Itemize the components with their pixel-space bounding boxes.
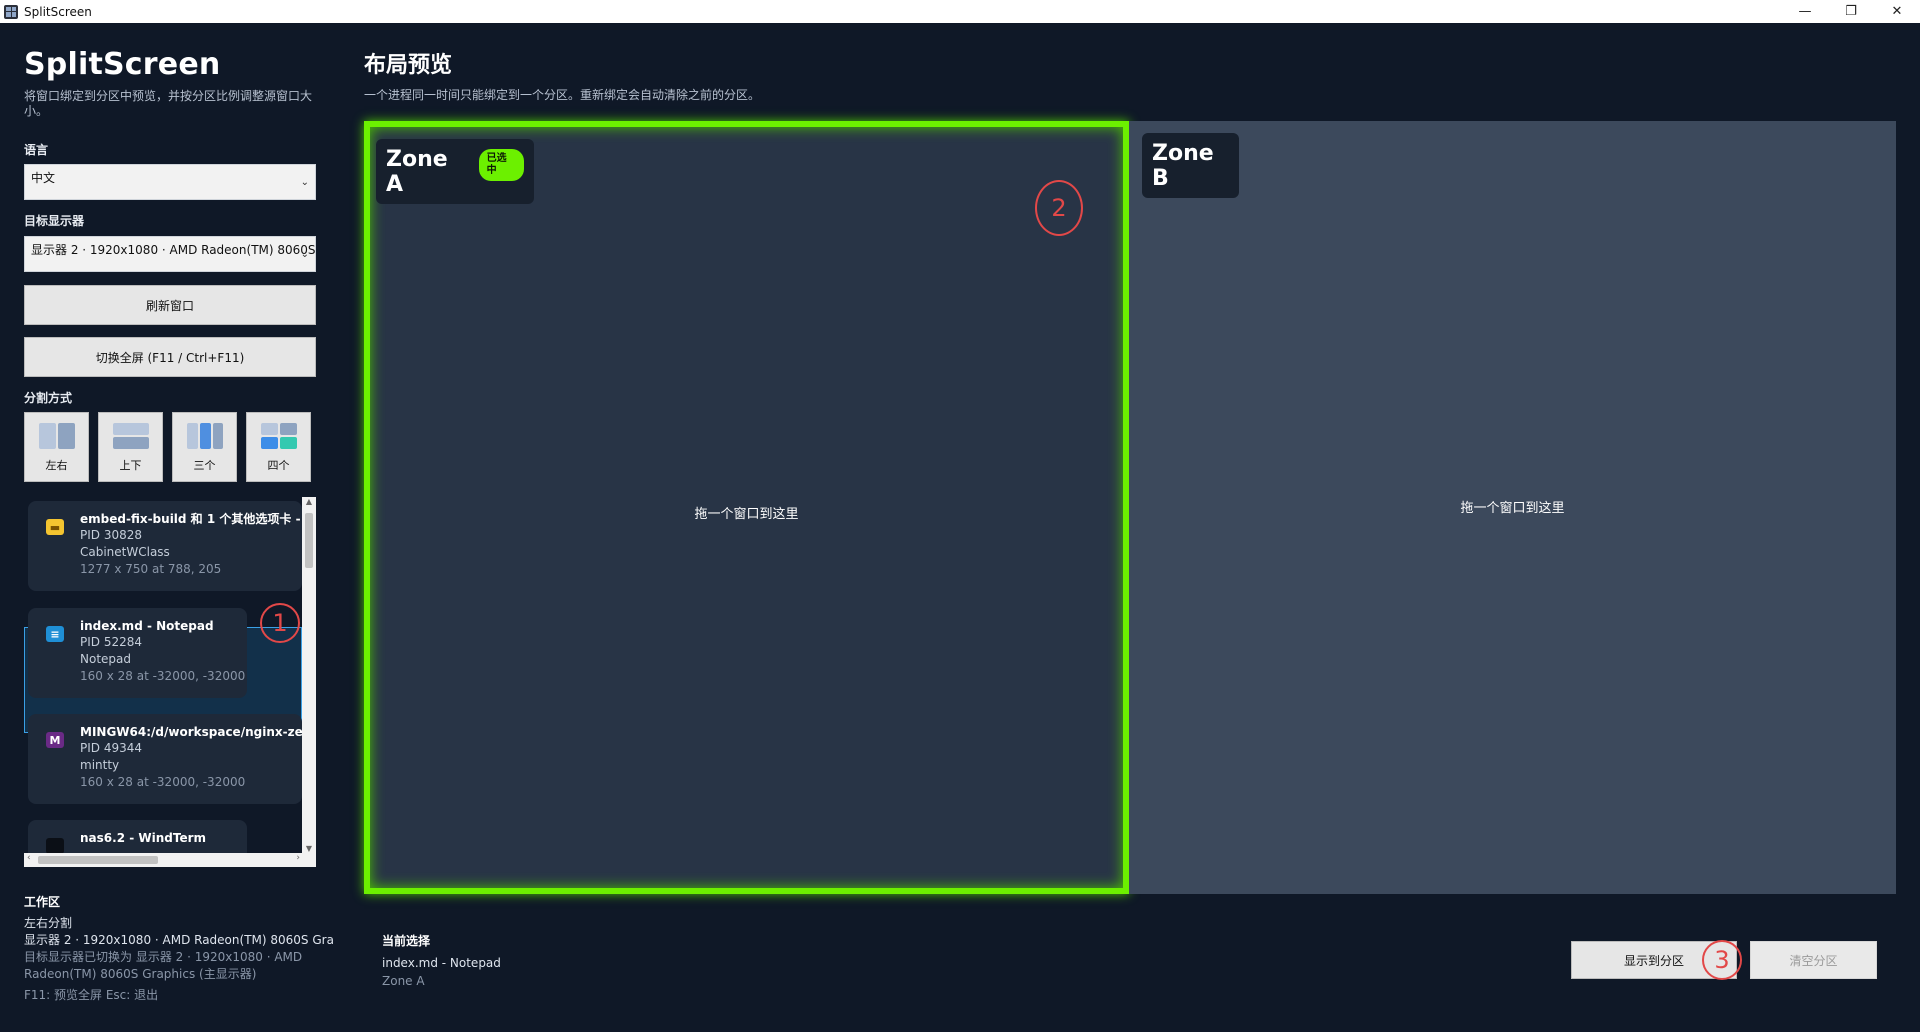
clear-zone-button[interactable]: 清空分区 (1750, 941, 1877, 979)
drop-hint: 拖一个窗口到这里 (1460, 501, 1565, 516)
mingw-icon: M (46, 732, 64, 748)
app-icon (4, 4, 18, 19)
refresh-windows-button[interactable]: 刷新窗口 (24, 285, 316, 325)
toggle-fullscreen-button[interactable]: 切换全屏 (F11 / Ctrl+F11) (24, 337, 316, 377)
notepad-icon: ≡ (46, 626, 64, 642)
zone-name: Zone B (1152, 141, 1214, 191)
close-button[interactable]: ✕ (1874, 0, 1920, 23)
layout-label: 上下 (119, 459, 142, 472)
window-class: mintty (80, 758, 120, 772)
annotation-marker: 2 (1035, 180, 1083, 236)
app-brand: SplitScreen (24, 47, 221, 82)
maximize-button[interactable]: ❐ (1828, 0, 1874, 23)
window-geometry: 160 x 28 at -32000, -32000 (80, 775, 246, 789)
window-pid: PID 52284 (80, 635, 143, 649)
window-pid: PID 49344 (80, 741, 143, 755)
scroll-right-icon[interactable]: › (296, 853, 300, 863)
window-geometry: 1277 x 750 at 788, 205 (80, 562, 222, 576)
workspace-status: 工作区 左右分割 显示器 2 · 1920x1080 · AMD Radeon(… (24, 894, 334, 1004)
current-selection: 当前选择 index.md - Notepad Zone A (382, 932, 501, 990)
window-title: nas6.2 - WindTerm (80, 831, 207, 845)
language-select[interactable]: 中文 ⌄ (24, 164, 316, 200)
display-select[interactable]: 显示器 2 · 1920x1080 · AMD Radeon(TM) 8060S… (24, 236, 316, 272)
current-selection-heading: 当前选择 (382, 934, 431, 948)
scroll-down-icon[interactable]: ▼ (302, 844, 316, 853)
layout-label: 四个 (267, 459, 290, 472)
split-three-icon (185, 421, 225, 451)
layout-four-button[interactable]: 四个 (246, 412, 311, 482)
window-list[interactable]: ▬ embed-fix-build 和 1 个其他选项卡 - 文件资源管理器 P… (24, 497, 316, 867)
selected-badge: 已选中 (478, 149, 524, 181)
window-title: index.md - Notepad (80, 619, 214, 633)
window-class: Notepad (80, 652, 131, 666)
split-left-right-icon (37, 421, 77, 451)
layout-three-button[interactable]: 三个 (172, 412, 237, 482)
folder-icon: ▬ (46, 519, 64, 535)
scroll-up-icon[interactable]: ▲ (302, 497, 316, 506)
list-item[interactable]: ▬ embed-fix-build 和 1 个其他选项卡 - 文件资源管理器 P… (28, 501, 302, 591)
workspace-notice: 目标显示器已切换为 显示器 2 · 1920x1080 · AMD Radeon… (24, 950, 303, 981)
workspace-hotkeys: F11: 预览全屏 Esc: 退出 (24, 988, 159, 1002)
workspace-mode: 左右分割 (24, 916, 73, 930)
layout-left-right-button[interactable]: 左右 (24, 412, 89, 482)
zone-a-drop-area[interactable]: Zone A 已选中 拖一个窗口到这里 (364, 121, 1129, 894)
zone-b-header: Zone B (1142, 133, 1239, 198)
page-title: 布局预览 (364, 53, 453, 78)
zone-b-drop-area[interactable]: Zone B 拖一个窗口到这里 (1129, 121, 1896, 894)
layout-top-bottom-button[interactable]: 上下 (98, 412, 163, 482)
list-item[interactable]: ≡ index.md - Notepad PID 52284 Notepad 1… (28, 608, 247, 698)
current-selection-zone: Zone A (382, 974, 425, 988)
workspace-heading: 工作区 (24, 895, 61, 909)
windterm-icon (46, 838, 64, 854)
layout-label: 左右 (45, 459, 68, 472)
app-description: 将窗口绑定到分区中预览，并按分区比例调整源窗口大小。 (24, 89, 313, 118)
page-subtitle: 一个进程同一时间只能绑定到一个分区。重新绑定会自动清除之前的分区。 (364, 88, 761, 102)
window-class: CabinetWClass (80, 545, 170, 559)
display-label: 目标显示器 (24, 214, 85, 228)
window-title: MINGW64:/d/workspace/nginx-zeabur (80, 725, 302, 739)
annotation-marker: 1 (260, 603, 300, 643)
annotation-marker: 3 (1702, 940, 1742, 980)
split-mode-options: 左右 上下 三个 四个 (24, 412, 316, 482)
window-geometry: 160 x 28 at -32000, -32000 (80, 669, 246, 683)
horizontal-scrollbar[interactable]: ‹ › (24, 853, 316, 867)
chevron-down-icon: ⌄ (300, 177, 309, 188)
list-item[interactable]: M MINGW64:/d/workspace/nginx-zeabur PID … (28, 714, 302, 804)
current-selection-window: index.md - Notepad (382, 956, 501, 970)
window-controls: — ❐ ✕ (1782, 0, 1920, 23)
scrollbar-thumb[interactable] (305, 513, 313, 568)
window-pid: PID 30828 (80, 528, 143, 542)
language-select-value: 中文 (31, 171, 56, 185)
split-four-icon (259, 421, 299, 451)
split-top-bottom-icon (111, 421, 151, 451)
zone-name: Zone A (386, 147, 448, 197)
split-mode-label: 分割方式 (24, 391, 73, 405)
window-title: embed-fix-build 和 1 个其他选项卡 - 文件资源管理器 (80, 512, 302, 526)
layout-label: 三个 (193, 459, 216, 472)
scrollbar-thumb[interactable] (38, 856, 158, 864)
chevron-down-icon: ⌄ (300, 249, 309, 260)
window-title: SplitScreen (24, 4, 92, 19)
minimize-button[interactable]: — (1782, 0, 1828, 23)
zone-a-header: Zone A 已选中 (376, 139, 534, 204)
scroll-left-icon[interactable]: ‹ (27, 853, 31, 863)
vertical-scrollbar[interactable]: ▲ ▼ (302, 497, 316, 853)
workspace-display: 显示器 2 · 1920x1080 · AMD Radeon(TM) 8060S… (24, 933, 334, 947)
drop-hint: 拖一个窗口到这里 (694, 507, 799, 522)
language-label: 语言 (24, 143, 49, 157)
display-select-value: 显示器 2 · 1920x1080 · AMD Radeon(TM) 8060S… (31, 243, 316, 257)
title-bar: SplitScreen — ❐ ✕ (0, 0, 1920, 23)
sidebar: SplitScreen 将窗口绑定到分区中预览，并按分区比例调整源窗口大小。 语… (0, 23, 340, 1032)
